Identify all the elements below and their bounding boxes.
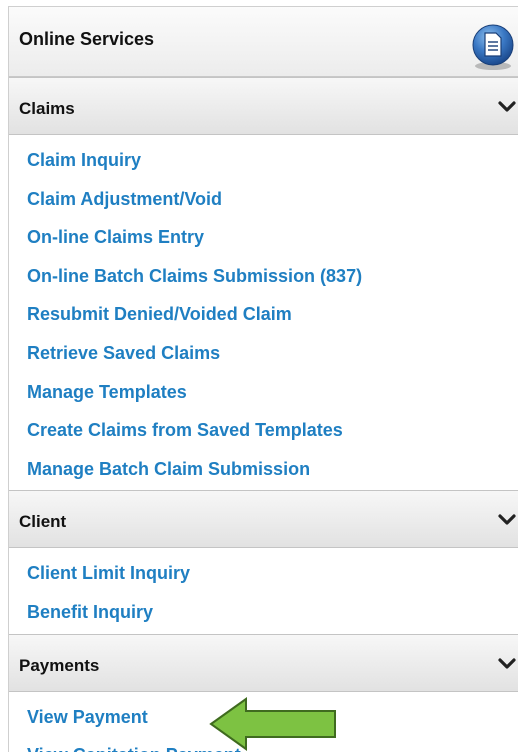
- section-header-client[interactable]: Client: [9, 490, 518, 549]
- link-claim-inquiry[interactable]: Claim Inquiry: [9, 141, 518, 180]
- section-title-payments: Payments: [19, 655, 100, 675]
- link-online-claims-entry[interactable]: On-line Claims Entry: [9, 218, 518, 257]
- link-benefit-inquiry[interactable]: Benefit Inquiry: [9, 593, 518, 632]
- claims-links: Claim Inquiry Claim Adjustment/Void On-l…: [9, 135, 518, 490]
- panel-title: Online Services: [19, 29, 155, 49]
- chevron-down-icon[interactable]: [498, 657, 516, 671]
- link-resubmit-denied-voided-claim[interactable]: Resubmit Denied/Voided Claim: [9, 295, 518, 334]
- link-manage-templates[interactable]: Manage Templates: [9, 373, 518, 412]
- section-title-claims: Claims: [19, 99, 75, 118]
- client-links: Client Limit Inquiry Benefit Inquiry: [9, 548, 518, 633]
- link-create-claims-from-saved-templates[interactable]: Create Claims from Saved Templates: [9, 411, 518, 450]
- link-claim-adjustment-void[interactable]: Claim Adjustment/Void: [9, 180, 518, 219]
- chevron-down-icon[interactable]: [498, 513, 516, 527]
- link-manage-batch-claim-submission[interactable]: Manage Batch Claim Submission: [9, 450, 518, 489]
- section-title-client: Client: [19, 512, 67, 532]
- section-header-payments[interactable]: Payments: [9, 633, 518, 692]
- link-retrieve-saved-claims[interactable]: Retrieve Saved Claims: [9, 334, 518, 373]
- link-client-limit-inquiry[interactable]: Client Limit Inquiry: [9, 554, 518, 593]
- online-services-panel: Online Services Claims Claim Inquiry Cla…: [8, 6, 518, 752]
- panel-header: Online Services: [9, 7, 518, 77]
- link-online-batch-claims-submission[interactable]: On-line Batch Claims Submission (837): [9, 257, 518, 296]
- chevron-down-icon[interactable]: [498, 100, 516, 114]
- green-left-arrow-icon: [209, 697, 336, 751]
- document-icon[interactable]: [471, 21, 515, 71]
- section-header-claims[interactable]: Claims: [9, 77, 518, 135]
